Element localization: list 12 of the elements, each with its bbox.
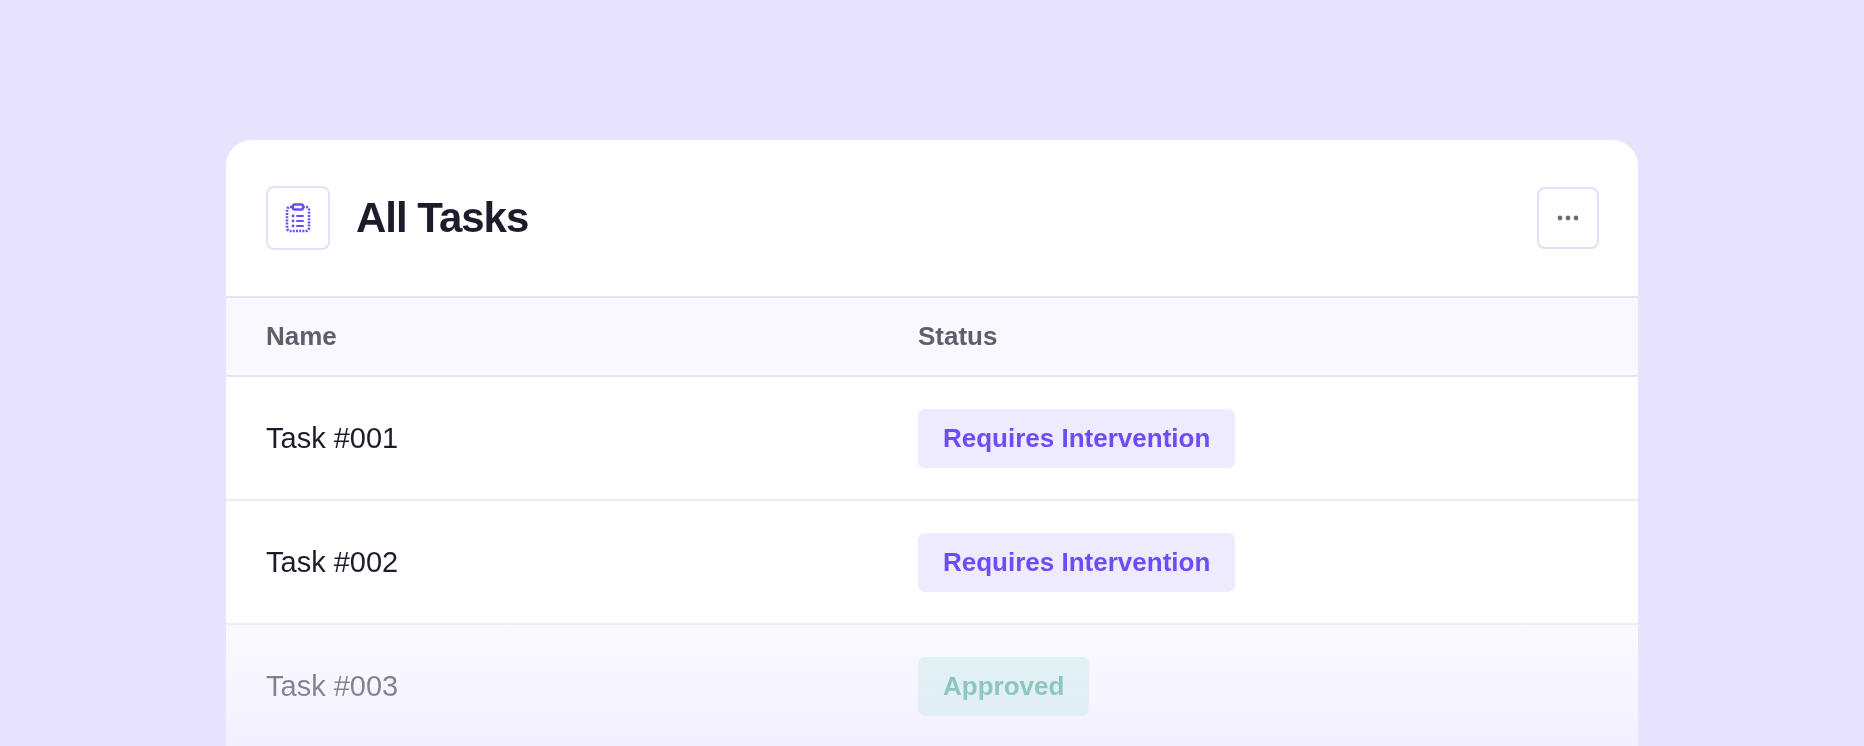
column-header: Status	[918, 321, 999, 352]
status-badge: Requires Intervention	[918, 532, 1236, 592]
task-name: Task #003	[266, 669, 399, 702]
status-badge: Approved	[918, 656, 1090, 716]
clipboard-icon	[266, 186, 330, 250]
status-badge: Requires Intervention	[918, 408, 1236, 468]
more-button[interactable]	[1537, 187, 1599, 249]
card-title: All Tasks	[356, 194, 529, 242]
task-name: Task #001	[266, 421, 399, 454]
more-icon	[1557, 215, 1579, 221]
task-name: Task #002	[266, 545, 399, 578]
column-header: Name	[266, 321, 338, 352]
